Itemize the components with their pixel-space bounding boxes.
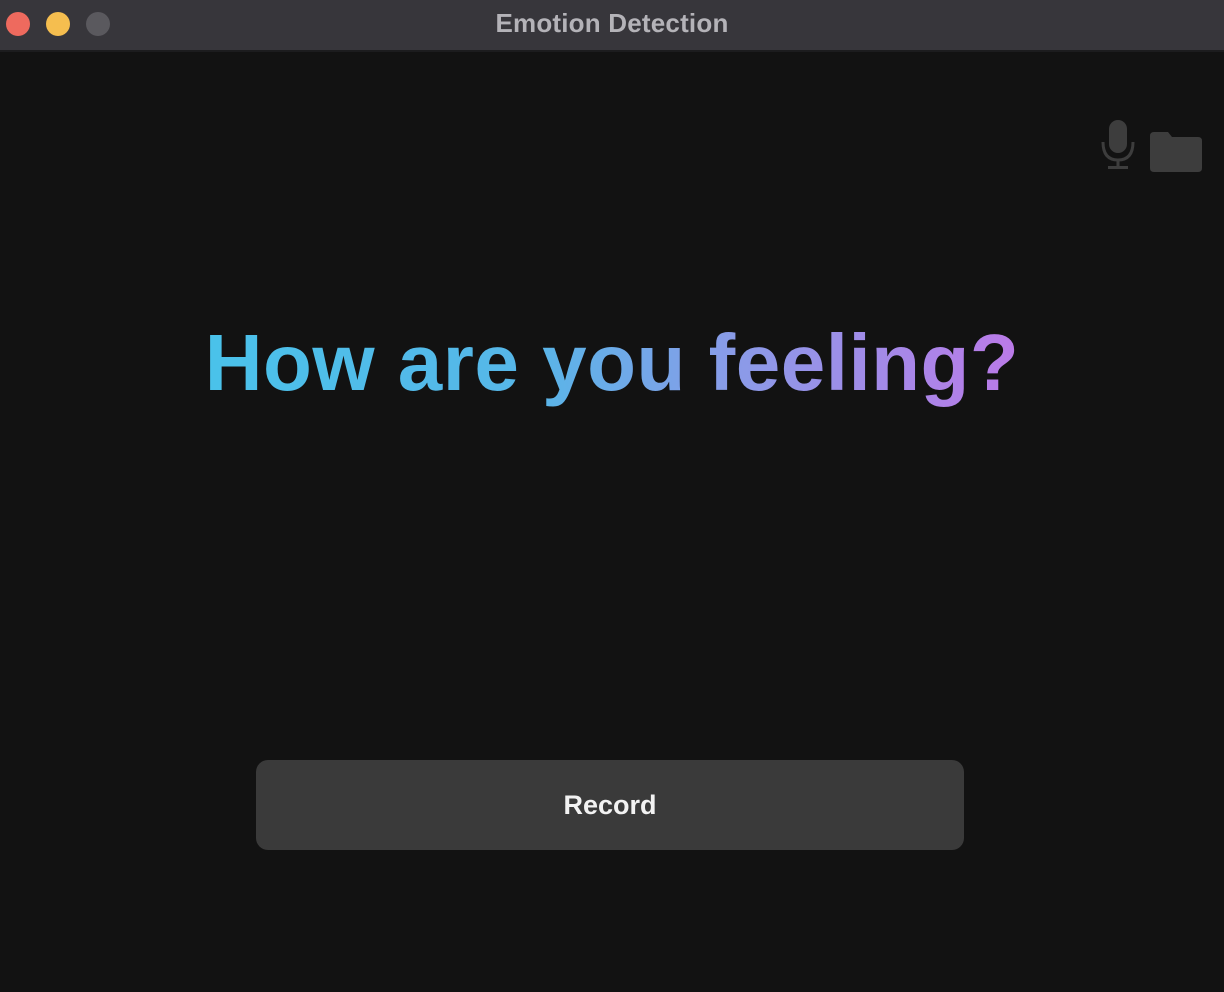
folder-icon[interactable] xyxy=(1150,132,1202,177)
main-content: How are you feeling? Record xyxy=(0,52,1224,992)
feeling-prompt-text: How are you feeling? xyxy=(204,318,1020,407)
title-bar[interactable]: Emotion Detection xyxy=(0,0,1224,52)
window-title: Emotion Detection xyxy=(495,8,729,38)
microphone-icon[interactable] xyxy=(1100,118,1136,177)
record-button[interactable]: Record xyxy=(256,760,964,850)
feeling-prompt-heading: How are you feeling? xyxy=(0,315,1224,411)
app-window: Emotion Detection How are you feeling? R… xyxy=(0,0,1224,992)
toolbar xyxy=(1100,118,1202,177)
